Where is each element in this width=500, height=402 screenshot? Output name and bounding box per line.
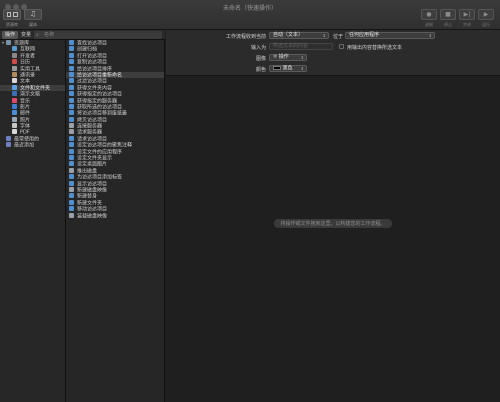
color-label: 颜色	[255, 67, 266, 73]
category-icon	[12, 110, 17, 116]
category-icon	[12, 91, 17, 97]
receives-label: 工作流程收到当前	[225, 34, 266, 40]
run-icon: ▶	[478, 9, 494, 20]
image-select[interactable]: ✲ 操作 ⇕	[269, 54, 307, 61]
drop-hint: 将操作或文件拖到这里，以构建您的工作流程。	[274, 219, 392, 228]
chevron-updown-icon: ⇕	[322, 33, 326, 38]
step-button[interactable]: ▶| 步进	[459, 9, 475, 28]
search-input[interactable]: ⌕ 名称	[34, 31, 162, 39]
action-icon	[69, 116, 74, 122]
tab-actions[interactable]: 操作	[2, 31, 19, 39]
chevron-updown-icon: ⇕	[300, 55, 304, 60]
action-icon	[69, 123, 74, 129]
action-icon	[69, 59, 74, 65]
in-label: 位于	[332, 34, 343, 40]
replace-checkbox[interactable]	[339, 44, 344, 49]
workflow-area: 工作流程收到当前 自动（文本） ⇕ 位于 任何应用程序 ⇕ 输入为 所选文本的内…	[166, 30, 500, 402]
receives-select[interactable]: 自动（文本） ⇕	[269, 32, 329, 39]
action-icon	[69, 46, 74, 52]
replace-label: 用输出内容替换所选文本	[347, 45, 403, 51]
category-icon	[12, 52, 17, 58]
action-icon	[69, 167, 74, 173]
action-icon	[69, 97, 74, 103]
input-label: 输入为	[250, 45, 266, 51]
category-list: ▾ 资源库 互联网 开发者 日历 实用工具 通讯录 文本 文件和文件夹 演示文稿 音乐 影片 邮件 照片字…	[0, 40, 66, 402]
category-icon	[12, 59, 17, 65]
image-label: 图像	[255, 56, 266, 62]
category-icon	[12, 71, 17, 77]
action-icon	[69, 78, 74, 84]
category-icon	[12, 84, 17, 90]
category-item[interactable]: 最近添加	[0, 142, 65, 149]
action-icon	[69, 103, 74, 109]
action-icon	[69, 199, 74, 205]
action-icon	[69, 155, 74, 161]
category-icon	[12, 123, 17, 129]
color-swatch	[273, 66, 281, 70]
category-icon	[12, 65, 17, 71]
application-select[interactable]: 任何应用程序 ⇕	[345, 32, 435, 39]
toolbar: 未命名（快速操作） 资源库 ♫ 媒体 ● 录制 ■ 停止 ▶| 步进 ▶ 运行	[0, 0, 500, 30]
stop-button[interactable]: ■ 停止	[440, 9, 456, 28]
color-select[interactable]: 黑色 ⇕	[269, 65, 307, 72]
action-list: 查找访达项目 创建归档 打开访达项目 复制访达项目 给访达项目排序 给访达项目重新命名 过滤…	[66, 40, 165, 402]
action-icon	[69, 52, 74, 58]
action-icon	[69, 71, 74, 77]
library-icon	[3, 9, 21, 20]
action-icon	[69, 91, 74, 97]
action-icon	[69, 65, 74, 71]
category-icon	[12, 103, 17, 109]
action-icon	[69, 84, 74, 90]
media-icon: ♫	[24, 9, 42, 20]
tab-variables[interactable]: 变量	[18, 31, 34, 39]
library-header: 操作 变量 ⌕ 名称	[0, 30, 165, 40]
category-icon	[12, 78, 17, 84]
action-icon	[69, 135, 74, 141]
action-icon	[69, 142, 74, 148]
category-icon	[6, 40, 11, 45]
action-item[interactable]: 装载磁盘映像	[66, 212, 164, 220]
workflow-config: 工作流程收到当前 自动（文本） ⇕ 位于 任何应用程序 ⇕ 输入为 所选文本的内…	[166, 30, 500, 76]
action-icon	[69, 40, 74, 45]
category-icon	[12, 46, 17, 52]
action-icon	[69, 129, 74, 135]
run-button[interactable]: ▶ 运行	[478, 9, 494, 28]
workflow-drop-zone[interactable]: 将操作或文件拖到这里，以构建您的工作流程。	[166, 219, 500, 228]
action-icon	[69, 110, 74, 116]
action-icon	[69, 161, 74, 167]
chevron-updown-icon: ⇕	[428, 33, 432, 38]
action-icon	[69, 186, 74, 192]
category-icon	[6, 135, 11, 141]
action-icon	[69, 212, 74, 218]
input-field[interactable]: 所选文本的内容	[269, 43, 333, 50]
action-label: 装载磁盘映像	[77, 213, 108, 220]
library-toolbar-button[interactable]: 资源库	[3, 9, 21, 28]
category-icon	[12, 129, 17, 135]
action-icon	[69, 148, 74, 154]
action-icon	[69, 174, 74, 180]
chevron-updown-icon: ⇕	[300, 66, 304, 71]
record-button[interactable]: ● 录制	[421, 9, 437, 28]
gear-icon: ✲	[273, 54, 278, 60]
category-label: 最近添加	[14, 142, 35, 149]
action-icon	[69, 180, 74, 186]
action-icon	[69, 206, 74, 212]
step-icon: ▶|	[459, 9, 475, 20]
media-toolbar-button[interactable]: ♫ 媒体	[24, 9, 42, 28]
action-icon	[69, 193, 74, 199]
search-icon: ⌕	[36, 32, 39, 38]
category-icon	[12, 116, 17, 122]
category-icon	[6, 142, 11, 148]
stop-icon: ■	[440, 9, 456, 20]
category-icon	[12, 97, 17, 103]
record-icon: ●	[421, 9, 437, 20]
